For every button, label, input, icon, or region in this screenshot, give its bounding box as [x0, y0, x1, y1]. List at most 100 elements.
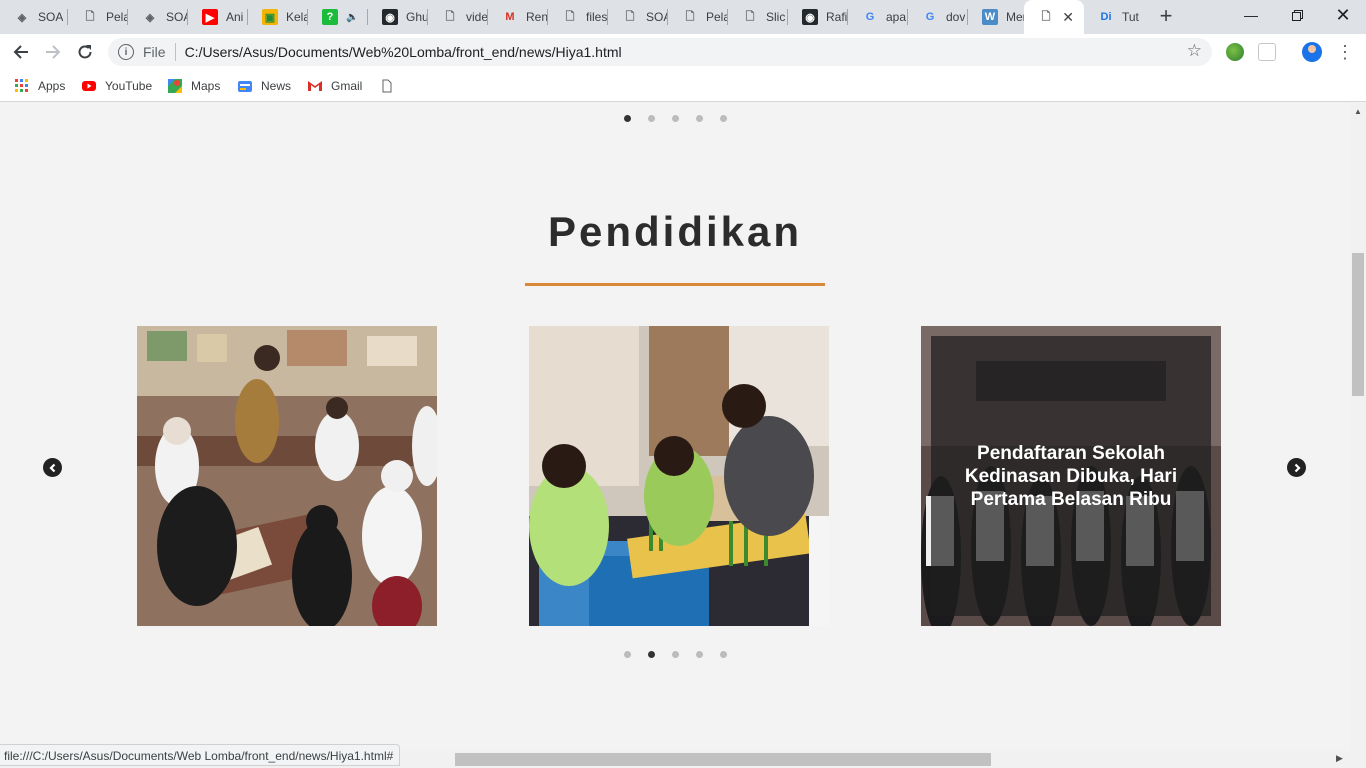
bookmark-label: Apps: [38, 79, 66, 93]
browser-tab[interactable]: Di Tut: [1084, 0, 1144, 34]
speaker-icon[interactable]: 🔈: [346, 12, 358, 23]
carousel-dot[interactable]: [671, 651, 679, 658]
profile-avatar[interactable]: [1302, 42, 1322, 62]
tab-label: Pela: [106, 10, 128, 24]
browser-tab[interactable]: Gapa: [848, 0, 908, 34]
browser-tab[interactable]: ◈ SOA: [0, 0, 68, 34]
bookmark-label: Gmail: [331, 79, 363, 93]
bookmark-news[interactable]: News: [238, 77, 291, 95]
news-card-classroom[interactable]: [137, 326, 437, 626]
minimize-button[interactable]: —: [1228, 0, 1274, 30]
browser-tab[interactable]: 🗋 SOA: [608, 0, 668, 34]
restore-button[interactable]: [1274, 0, 1320, 30]
carousel-next-button[interactable]: [1287, 458, 1306, 477]
bookmark-gmail[interactable]: Gmail: [308, 77, 362, 95]
browser-tab[interactable]: 🗋 Pela: [68, 0, 128, 34]
carousel-dot[interactable]: [623, 651, 631, 658]
browser-tab[interactable]: W Mer: [968, 0, 1024, 34]
chevron-left-icon: [48, 463, 55, 472]
address-bar[interactable]: i File C:/Users/Asus/Documents/Web%20Lom…: [108, 38, 1212, 66]
carousel-prev-button[interactable]: [43, 458, 62, 477]
tab-label: dov: [946, 10, 966, 24]
tab-label: files: [586, 10, 608, 24]
youtube-icon: ▶: [202, 9, 218, 25]
browser-tab[interactable]: 🗋 ✕: [1024, 0, 1084, 34]
bookmarks-bar: Apps YouTube Maps News Gmail: [0, 70, 1366, 102]
di-icon: Di: [1100, 11, 1112, 23]
tab-label: Mer: [1006, 10, 1024, 24]
tab-label: Ren: [526, 10, 548, 24]
vertical-scrollbar[interactable]: ▲: [1350, 103, 1366, 751]
carousel-dot[interactable]: [695, 651, 703, 658]
browser-tab[interactable]: ◈ SOA: [128, 0, 188, 34]
carousel-dot[interactable]: [647, 115, 655, 122]
browser-toolbar: i File C:/Users/Asus/Documents/Web%20Lom…: [0, 34, 1366, 70]
browser-tab[interactable]: ? 🔈: [308, 0, 368, 34]
news-card-students[interactable]: [529, 326, 829, 626]
menu-icon[interactable]: ⋮: [1336, 42, 1354, 62]
info-icon[interactable]: i: [118, 44, 134, 60]
title-underline: [525, 283, 825, 286]
youtube-icon: [82, 81, 96, 91]
extension-box-icon[interactable]: [1258, 43, 1276, 61]
gmail-icon: [308, 81, 322, 91]
bookmark-apps[interactable]: Apps: [15, 77, 65, 95]
carousel-dot[interactable]: [647, 651, 655, 658]
browser-tab[interactable]: Gdov: [908, 0, 968, 34]
carousel-dot[interactable]: [695, 115, 703, 122]
scroll-up-icon[interactable]: ▲: [1354, 107, 1362, 116]
scroll-right-icon[interactable]: ▶: [1336, 753, 1343, 764]
page-icon: 🗋: [1041, 10, 1051, 23]
browser-tab[interactable]: 🗋 vide: [428, 0, 488, 34]
forward-button[interactable]: [40, 39, 66, 65]
tab-label: Tut: [1122, 10, 1139, 24]
horizontal-scroll-thumb[interactable]: [455, 753, 991, 766]
browser-tab[interactable]: M Ren: [488, 0, 548, 34]
browser-tab[interactable]: ◉ Ghu: [368, 0, 428, 34]
google-icon: G: [925, 11, 935, 23]
url-scheme: File: [143, 44, 166, 60]
tab-label: Ghu: [406, 10, 428, 24]
news-card-stan[interactable]: Pendaftaran Sekolah Kedinasan Dibuka, Ha…: [921, 326, 1221, 626]
reload-button[interactable]: [72, 39, 98, 65]
url-text[interactable]: C:/Users/Asus/Documents/Web%20Lomba/fron…: [185, 44, 622, 60]
browser-tab[interactable]: 🗋 Pela: [668, 0, 728, 34]
forward-arrow-icon: [46, 45, 61, 59]
carousel-dot[interactable]: [671, 115, 679, 122]
top-carousel-indicators: [0, 115, 1350, 122]
carousel-dot[interactable]: [719, 651, 727, 658]
browser-tab[interactable]: ▶ Ani: [188, 0, 248, 34]
tab-label: SOA: [38, 10, 64, 24]
bookmark-page[interactable]: [380, 77, 403, 95]
card-caption-overlay: Pendaftaran Sekolah Kedinasan Dibuka, Ha…: [931, 336, 1211, 616]
tab-label: vide: [466, 10, 488, 24]
card-caption[interactable]: Pendaftaran Sekolah Kedinasan Dibuka, Ha…: [931, 442, 1211, 511]
tab-label: Kela: [286, 10, 308, 24]
bookmark-youtube[interactable]: YouTube: [82, 77, 152, 95]
tab-label: SOA: [646, 10, 668, 24]
quiz-icon: ?: [322, 9, 338, 25]
carousel-dot[interactable]: [719, 115, 727, 122]
carousel-dot[interactable]: [623, 115, 631, 122]
news-icon: [238, 81, 252, 92]
tab-label: Ani: [226, 10, 244, 24]
bookmark-star-icon[interactable]: ☆: [1187, 41, 1202, 61]
google-icon: G: [865, 11, 875, 23]
back-arrow-icon: [13, 45, 28, 59]
browser-tab[interactable]: 🗋 files: [548, 0, 608, 34]
close-window-button[interactable]: ✕: [1320, 0, 1366, 30]
browser-tab[interactable]: ◉ Rafi: [788, 0, 848, 34]
close-tab-icon[interactable]: ✕: [1062, 9, 1074, 26]
bookmark-maps[interactable]: Maps: [168, 77, 220, 95]
vertical-scroll-thumb[interactable]: [1352, 253, 1364, 396]
restore-icon: [1291, 9, 1303, 21]
tab-label: apa: [886, 10, 907, 24]
github-icon: ◉: [382, 9, 398, 25]
extension-globe-icon[interactable]: [1226, 43, 1244, 61]
tab-label: Pela: [706, 10, 728, 24]
browser-tab[interactable]: 🗋 Slic: [728, 0, 788, 34]
back-button[interactable]: [8, 39, 34, 65]
browser-tab[interactable]: ▣ Kela: [248, 0, 308, 34]
new-tab-button[interactable]: +: [1154, 4, 1178, 28]
chevron-right-icon: [1294, 463, 1301, 472]
